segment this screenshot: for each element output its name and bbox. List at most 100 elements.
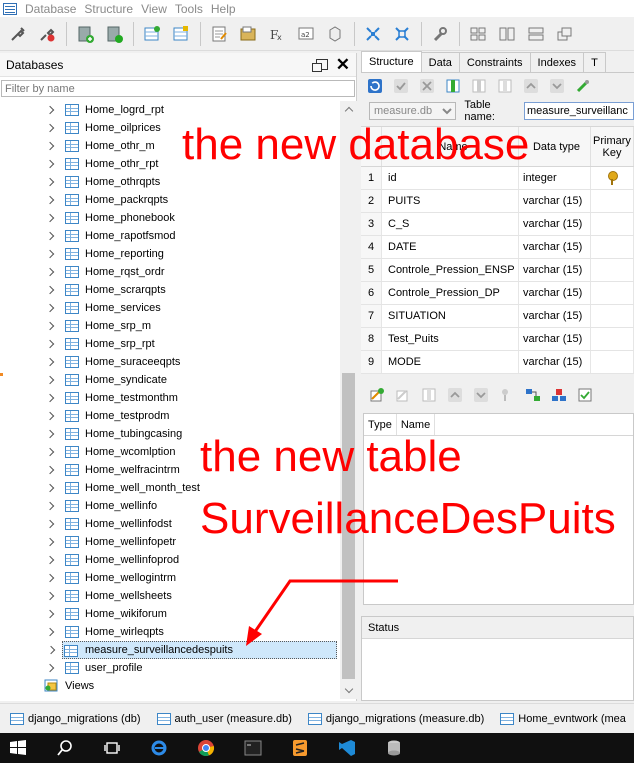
tree-item-table[interactable]: Home_wellinfoprod — [0, 551, 340, 569]
column-row[interactable]: 8 Test_Puits varchar (15) — [361, 328, 634, 351]
tree-item-table[interactable]: Home_wikiforum — [0, 605, 340, 623]
add-constraint-icon[interactable] — [369, 387, 385, 403]
cascade-windows-icon[interactable] — [553, 22, 577, 46]
expand-arrow-icon[interactable] — [46, 628, 54, 636]
add-column-icon[interactable] — [445, 78, 461, 94]
primary-key-header[interactable]: Primary Key — [591, 127, 634, 166]
sql-editor-icon[interactable] — [207, 22, 231, 46]
expand-arrow-icon[interactable] — [46, 610, 54, 618]
expand-arrow-icon[interactable] — [46, 340, 54, 348]
connect-icon[interactable] — [6, 22, 30, 46]
tree-item-selected-table[interactable]: measure_surveillancedespuits — [62, 641, 337, 659]
tab-data[interactable]: Data — [420, 52, 460, 72]
task-window-item[interactable]: django_migrations (measure.db) — [307, 712, 484, 725]
unique-constraint-icon[interactable] — [551, 387, 567, 403]
tile-vertical-icon[interactable] — [524, 22, 548, 46]
close-panel-icon[interactable]: ✕ — [336, 56, 350, 73]
task-window-item[interactable]: auth_user (measure.db) — [156, 712, 292, 725]
scroll-down-icon[interactable] — [340, 682, 357, 699]
expand-arrow-icon[interactable] — [46, 574, 54, 582]
rollback-icon[interactable] — [419, 78, 435, 94]
expand-arrow-icon[interactable] — [46, 214, 54, 222]
column-row[interactable]: 3 C_S varchar (15) — [361, 213, 634, 236]
column-row[interactable]: 1 id integer — [361, 167, 634, 190]
task-view-icon[interactable] — [94, 733, 130, 763]
edit-constraint-icon[interactable] — [395, 387, 411, 403]
move-down-icon[interactable] — [549, 78, 565, 94]
tree-item-table[interactable]: Home_wellogintrm — [0, 569, 340, 587]
tree-item-table[interactable]: Home_reporting — [0, 245, 340, 263]
expand-arrow-icon[interactable] — [46, 664, 54, 672]
tree-item-table[interactable]: Home_wirleqpts — [0, 623, 340, 641]
tab-indexes[interactable]: Indexes — [529, 52, 585, 72]
task-window-item[interactable]: Home_evntwork (mea — [500, 712, 626, 725]
open-sql-icon[interactable] — [236, 22, 260, 46]
collation-icon[interactable]: a2 — [294, 22, 318, 46]
tree-item-table[interactable]: Home_suraceeqpts — [0, 353, 340, 371]
tree-item-table[interactable]: Home_srp_m — [0, 317, 340, 335]
edit-column-icon[interactable] — [471, 78, 487, 94]
database-select[interactable]: measure.db — [369, 102, 457, 120]
expand-arrow-icon[interactable] — [46, 286, 54, 294]
column-row[interactable]: 7 SITUATION varchar (15) — [361, 305, 634, 328]
windows-start-icon[interactable] — [0, 733, 36, 763]
expand-arrow-icon[interactable] — [46, 556, 54, 564]
tree-item-table[interactable]: Home_wellsheets — [0, 587, 340, 605]
tree-item-table[interactable]: Home_logrd_rpt — [0, 101, 340, 119]
expand-arrow-icon[interactable] — [46, 412, 54, 420]
expand-arrow-icon[interactable] — [47, 646, 55, 654]
expand-arrow-icon[interactable] — [46, 250, 54, 258]
expand-arrow-icon[interactable] — [46, 178, 54, 186]
commit-icon[interactable] — [393, 78, 409, 94]
menu-tools[interactable]: Tools — [175, 2, 203, 16]
tree-item-table[interactable]: Home_rqst_ordr — [0, 263, 340, 281]
primary-key-constraint-icon[interactable] — [499, 387, 515, 403]
expand-arrow-icon[interactable] — [46, 538, 54, 546]
expand-arrow-icon[interactable] — [46, 484, 54, 492]
tab-constraints[interactable]: Constraints — [458, 52, 531, 72]
menu-structure[interactable]: Structure — [84, 2, 133, 16]
extension-icon[interactable] — [323, 22, 347, 46]
tab-structure[interactable]: Structure — [361, 51, 422, 72]
expand-arrow-icon[interactable] — [46, 304, 54, 312]
expand-arrow-icon[interactable] — [46, 160, 54, 168]
task-window-item[interactable]: django_migrations (db) — [10, 712, 141, 725]
tree-item-table[interactable]: Home_othrqpts — [0, 173, 340, 191]
config-icon[interactable] — [428, 22, 452, 46]
move-up-icon[interactable] — [523, 78, 539, 94]
expand-arrow-icon[interactable] — [46, 268, 54, 276]
expand-arrow-icon[interactable] — [46, 448, 54, 456]
menu-database[interactable]: Database — [25, 2, 76, 16]
float-panel-icon[interactable] — [311, 59, 328, 72]
terminal-icon[interactable] — [235, 733, 271, 763]
search-icon[interactable] — [47, 733, 83, 763]
disconnect-icon[interactable] — [35, 22, 59, 46]
expand-arrow-icon[interactable] — [46, 394, 54, 402]
expand-arrow-icon[interactable] — [46, 376, 54, 384]
check-constraint-icon[interactable] — [577, 387, 593, 403]
expand-arrow-icon[interactable] — [46, 124, 54, 132]
expand-arrow-icon[interactable] — [46, 322, 54, 330]
menu-help[interactable]: Help — [211, 2, 236, 16]
tree-item-table[interactable]: Home_services — [0, 299, 340, 317]
tree-item-table[interactable]: Home_syndicate — [0, 371, 340, 389]
function-icon[interactable]: Fx — [265, 22, 289, 46]
tile-windows-icon[interactable] — [466, 22, 490, 46]
chrome-icon[interactable] — [188, 733, 224, 763]
data-type-header[interactable]: Data type — [519, 127, 591, 166]
delete-column-icon[interactable] — [497, 78, 513, 94]
constraint-up-icon[interactable] — [447, 387, 463, 403]
tree-item-table[interactable]: Home_scrarqpts — [0, 281, 340, 299]
menu-view[interactable]: View — [141, 2, 167, 16]
tree-item-table[interactable]: Home_rapotfsmod — [0, 227, 340, 245]
import-icon[interactable] — [390, 22, 414, 46]
tree-item-table[interactable]: Home_packrqpts — [0, 191, 340, 209]
expand-arrow-icon[interactable] — [46, 106, 54, 114]
column-row[interactable]: 4 DATE varchar (15) — [361, 236, 634, 259]
refresh-icon[interactable] — [367, 78, 383, 94]
export-icon[interactable] — [361, 22, 385, 46]
refresh-database-icon[interactable] — [102, 22, 126, 46]
sqlitestudio-taskbar-icon[interactable] — [376, 733, 412, 763]
tree-item-table[interactable]: Home_testmonthm — [0, 389, 340, 407]
tree-item-views[interactable]: Views — [0, 677, 340, 695]
